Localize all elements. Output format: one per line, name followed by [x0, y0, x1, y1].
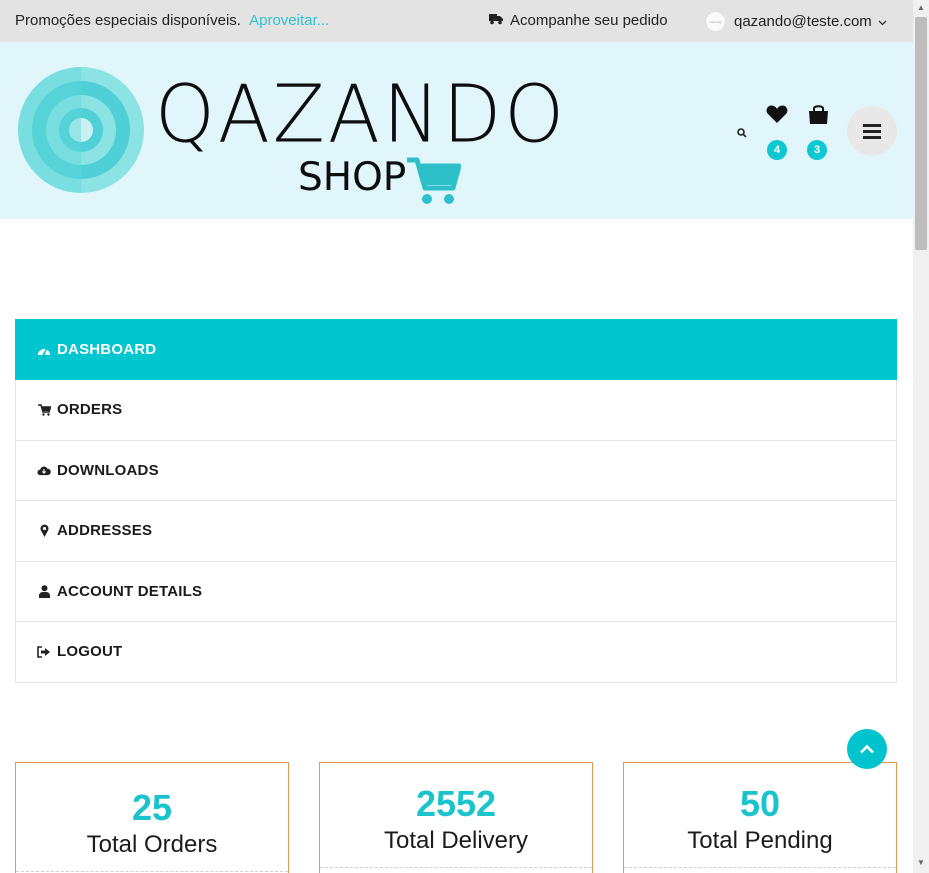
cart-button[interactable] [807, 103, 829, 125]
chevron-down-icon [878, 13, 887, 30]
nav-item-label: ACCOUNT DETAILS [57, 582, 203, 600]
track-order-label: Acompanhe seu pedido [510, 12, 668, 29]
promo-link[interactable]: Aproveitar... [249, 12, 329, 29]
page-scrollbar[interactable]: ▲ ▼ [913, 0, 929, 873]
scrollbar-thumb[interactable] [915, 17, 927, 250]
map-pin-icon [37, 524, 51, 538]
shopping-bag-icon [808, 104, 828, 124]
stat-label: Total Orders [86, 831, 218, 858]
user-menu[interactable]: user-img qazando@teste.com [705, 11, 887, 32]
logo-circle-icon [18, 67, 144, 193]
wishlist-count-badge: 4 [767, 140, 787, 160]
stat-card-total-delivery: 2552 Total Delivery [319, 762, 593, 873]
card-divider [624, 867, 896, 868]
scroll-up-arrow-icon[interactable]: ▲ [917, 3, 925, 12]
sign-out-icon [37, 645, 51, 659]
stat-card-total-pending: 50 Total Pending [623, 762, 897, 873]
scroll-to-top-button[interactable] [847, 729, 887, 769]
menu-toggle-button[interactable] [847, 106, 897, 156]
stat-value: 50 [739, 783, 781, 824]
stat-value: 25 [131, 787, 173, 828]
nav-item-logout[interactable]: LOGOUT [15, 622, 897, 683]
nav-item-label: ADDRESSES [57, 522, 153, 540]
cart-count-badge: 3 [807, 140, 827, 160]
truck-icon [489, 12, 510, 29]
nav-item-account-details[interactable]: ACCOUNT DETAILS [15, 561, 897, 622]
nav-item-orders[interactable]: ORDERS [15, 380, 897, 441]
scroll-down-arrow-icon[interactable]: ▼ [917, 858, 925, 867]
user-email: qazando@teste.com [734, 13, 872, 30]
dashboard-icon [37, 343, 51, 357]
top-bar: Promoções especiais disponíveis. Aprovei… [0, 0, 913, 42]
nav-item-label: ORDERS [57, 401, 123, 419]
logo-subtitle: SHOP [298, 155, 407, 200]
user-icon [37, 584, 51, 598]
hamburger-icon [863, 123, 881, 139]
cloud-download-icon [37, 463, 51, 477]
account-navigation: DASHBOARD ORDERS DOWNLOADS ADDRESSES ACC… [15, 319, 897, 683]
stat-label: Total Pending [687, 827, 833, 854]
site-logo[interactable]: QAZANDO SHOP [15, 66, 564, 206]
nav-item-label: LOGOUT [57, 643, 123, 661]
nav-item-dashboard[interactable]: DASHBOARD [15, 319, 897, 380]
stat-label: Total Delivery [383, 827, 529, 854]
logo-cart-icon [407, 157, 461, 204]
nav-item-label: DOWNLOADS [57, 461, 159, 479]
avatar: user-img [705, 11, 726, 32]
nav-item-addresses[interactable]: ADDRESSES [15, 501, 897, 562]
stat-card-total-orders: 25 Total Orders [15, 762, 289, 873]
search-button[interactable] [736, 127, 748, 139]
wishlist-button[interactable] [766, 104, 788, 124]
promo-text: Promoções especiais disponíveis. [15, 12, 241, 29]
cart-icon [37, 403, 51, 417]
card-divider [320, 867, 592, 868]
nav-item-downloads[interactable]: DOWNLOADS [15, 440, 897, 501]
site-header: QAZANDO SHOP 4 3 [0, 42, 913, 219]
search-icon [737, 128, 747, 138]
card-divider [16, 871, 288, 872]
track-order-link[interactable]: Acompanhe seu pedido [489, 12, 668, 29]
heart-icon [766, 105, 788, 123]
promo-message: Promoções especiais disponíveis. Aprovei… [15, 12, 329, 29]
stat-value: 2552 [415, 783, 497, 824]
nav-item-label: DASHBOARD [57, 341, 157, 358]
chevron-up-icon [860, 744, 874, 754]
logo-wordmark: QAZANDO [155, 66, 568, 161]
